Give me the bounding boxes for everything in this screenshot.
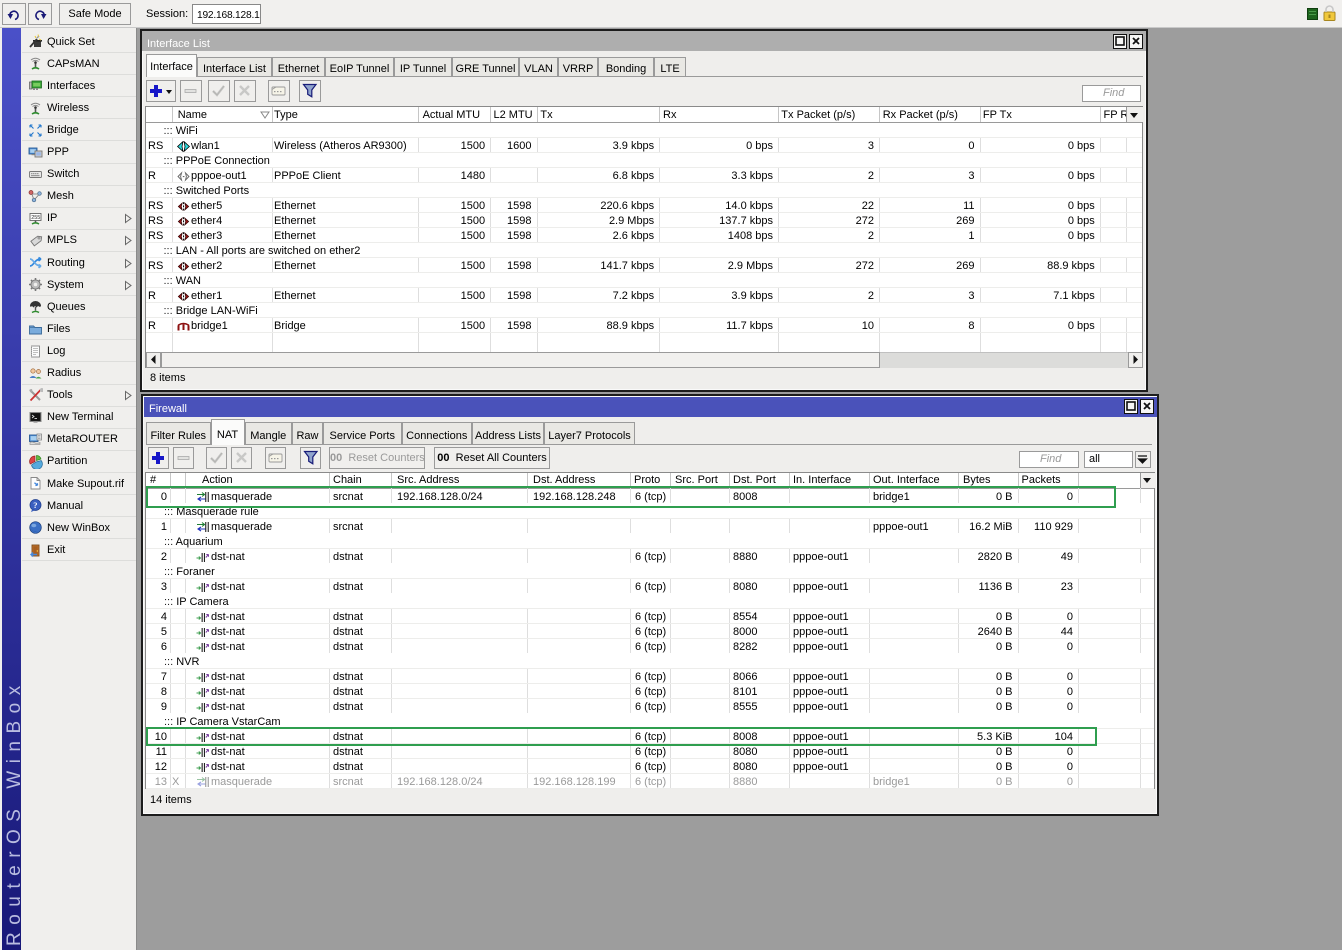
svg-text:255: 255 [31,215,40,221]
